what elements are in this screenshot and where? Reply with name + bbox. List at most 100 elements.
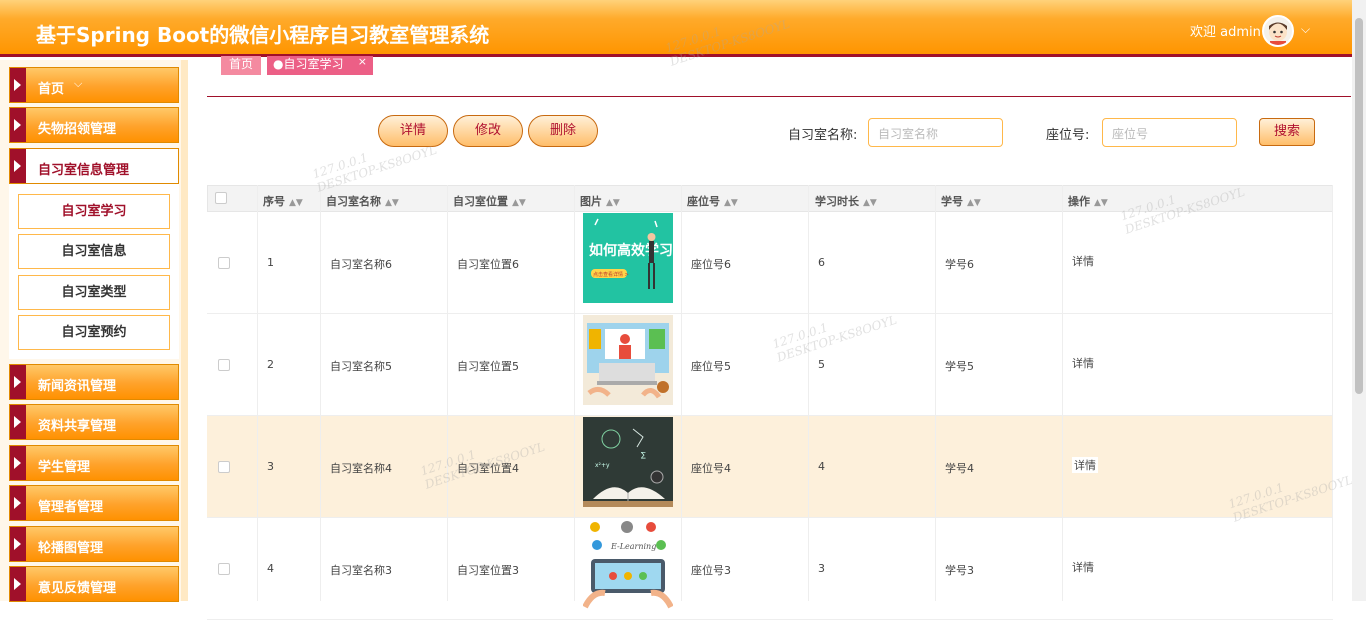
room-name-input[interactable]: 自习室名称 xyxy=(868,118,1003,147)
sidebar-item-feedback[interactable]: 意见反馈管理 xyxy=(9,566,179,602)
cell-seat: 座位号3 xyxy=(691,564,731,577)
column-divider xyxy=(808,185,809,601)
tab-home[interactable]: 首页 xyxy=(221,56,261,75)
sidebar-item-news[interactable]: 新闻资讯管理 xyxy=(9,364,179,400)
detail-link[interactable]: 详情 xyxy=(1072,559,1094,575)
sidebar-item-lost-found[interactable]: 失物招领管理 xyxy=(9,107,179,143)
row-checkbox[interactable] xyxy=(218,563,230,575)
sort-icon: ▲▼ xyxy=(1094,198,1108,208)
sidebar-item-label: 管理者管理 xyxy=(38,500,104,515)
seat-input[interactable]: 座位号 xyxy=(1102,118,1237,147)
sort-icon: ▲▼ xyxy=(512,198,526,208)
detail-link[interactable]: 详情 xyxy=(1072,457,1098,473)
submenu: 自习室学习 自习室信息 自习室类型 自习室预约 xyxy=(9,184,179,359)
cell-student: 学号3 xyxy=(945,564,974,577)
cell-location: 自习室位置3 xyxy=(457,564,519,577)
scrollbar[interactable] xyxy=(1352,0,1366,601)
room-image[interactable]: ∑ x²+y xyxy=(583,417,673,507)
submenu-item-reservation[interactable]: 自习室预约 xyxy=(18,315,170,350)
column-divider xyxy=(681,185,682,601)
detail-link[interactable]: 详情 xyxy=(1072,253,1094,269)
sort-icon: ▲▼ xyxy=(606,198,620,208)
tab-study-room[interactable]: ●自习室学习 × xyxy=(267,54,373,75)
row-checkbox[interactable] xyxy=(218,461,230,473)
arrow-icon xyxy=(10,486,26,520)
search-button[interactable]: 搜索 xyxy=(1259,118,1315,146)
sidebar-item-managers[interactable]: 管理者管理 xyxy=(9,485,179,521)
column-header[interactable]: 自习室位置 ▲▼ xyxy=(453,193,526,209)
cell-no: 1 xyxy=(267,256,274,269)
cell-name: 自习室名称3 xyxy=(330,564,392,577)
sidebar-item-students[interactable]: 学生管理 xyxy=(9,445,179,481)
room-name-label: 自习室名称: xyxy=(788,128,858,143)
cell-seat: 座位号6 xyxy=(691,258,731,271)
sidebar-item-carousel[interactable]: 轮播图管理 xyxy=(9,526,179,562)
column-header[interactable]: 学习时长 ▲▼ xyxy=(815,193,877,209)
svg-text:x²+y: x²+y xyxy=(595,462,610,469)
welcome-text: 欢迎 admin xyxy=(1190,25,1261,40)
sidebar-item-home[interactable]: 首页 ⌵ xyxy=(9,67,179,103)
table-row[interactable]: 4 自习室名称3 自习室位置3 E-Learning 座位号3 3 学号3 详情 xyxy=(207,518,1333,620)
column-header[interactable]: 序号 ▲▼ xyxy=(263,193,303,209)
close-icon[interactable]: × xyxy=(358,54,367,70)
column-divider xyxy=(320,185,321,601)
table-row[interactable]: 1 自习室名称6 自习室位置6 如何高效学习 点击查看详情 > 座位号6 6 学… xyxy=(207,212,1333,314)
cell-duration: 6 xyxy=(818,256,825,269)
arrow-icon xyxy=(10,108,26,142)
cell-no: 4 xyxy=(267,562,274,575)
arrow-icon xyxy=(10,405,26,439)
table-row[interactable]: 3 自习室名称4 自习室位置4 ∑ x²+y 座位号4 4 学号4 详情 xyxy=(207,416,1333,518)
column-header[interactable]: 图片 ▲▼ xyxy=(580,193,620,209)
sidebar-item-share[interactable]: 资料共享管理 xyxy=(9,404,179,440)
column-header[interactable]: 操作 ▲▼ xyxy=(1068,193,1108,209)
column-divider xyxy=(257,185,258,601)
edit-button[interactable]: 修改 xyxy=(453,115,523,147)
row-checkbox[interactable] xyxy=(218,257,230,269)
sort-icon: ▲▼ xyxy=(724,198,738,208)
arrow-icon xyxy=(10,149,26,183)
column-divider xyxy=(935,185,936,601)
arrow-icon xyxy=(10,446,26,480)
room-image[interactable]: E-Learning xyxy=(583,519,673,609)
avatar[interactable] xyxy=(1262,15,1294,47)
cell-no: 3 xyxy=(267,460,274,473)
cell-location: 自习室位置5 xyxy=(457,360,519,373)
sort-icon: ▲▼ xyxy=(967,198,981,208)
chevron-down-icon[interactable]: ⌵ xyxy=(1301,22,1310,37)
submenu-item-room-type[interactable]: 自习室类型 xyxy=(18,275,170,310)
sidebar-item-room-info[interactable]: 自习室信息管理 xyxy=(9,148,179,184)
scrollbar-thumb[interactable] xyxy=(1355,18,1363,394)
submenu-item-study[interactable]: 自习室学习 xyxy=(18,194,170,229)
column-divider xyxy=(574,185,575,601)
room-image[interactable] xyxy=(583,315,673,405)
arrow-icon xyxy=(10,567,26,601)
arrow-icon xyxy=(10,365,26,399)
cell-name: 自习室名称5 xyxy=(330,360,392,373)
tab-label: ●自习室学习 xyxy=(273,57,344,71)
cell-student: 学号6 xyxy=(945,258,974,271)
sort-icon: ▲▼ xyxy=(289,198,303,208)
column-divider xyxy=(1062,185,1063,601)
delete-button[interactable]: 删除 xyxy=(528,115,598,147)
svg-text:如何高效学习: 如何高效学习 xyxy=(589,242,673,259)
sidebar-item-label: 自习室信息管理 xyxy=(38,163,130,178)
room-image[interactable]: 如何高效学习 点击查看详情 > xyxy=(583,213,673,303)
cell-location: 自习室位置6 xyxy=(457,258,519,271)
sidebar-edge xyxy=(181,60,188,601)
sidebar-item-label: 意见反馈管理 xyxy=(38,581,117,596)
table-row[interactable]: 2 自习室名称5 自习室位置5 座位号5 5 学号5 详情 xyxy=(207,314,1333,416)
row-checkbox[interactable] xyxy=(218,359,230,371)
sidebar-item-label: 学生管理 xyxy=(38,460,91,475)
column-header[interactable]: 座位号 ▲▼ xyxy=(687,193,738,209)
select-all-checkbox[interactable] xyxy=(215,192,227,204)
sidebar-item-label: 轮播图管理 xyxy=(38,541,104,556)
cell-name: 自习室名称6 xyxy=(330,258,392,271)
sidebar-item-label: 失物招领管理 xyxy=(38,122,117,137)
submenu-item-room-info[interactable]: 自习室信息 xyxy=(18,234,170,269)
svg-text:E-Learning: E-Learning xyxy=(610,542,656,551)
column-header[interactable]: 自习室名称 ▲▼ xyxy=(326,193,399,209)
detail-link[interactable]: 详情 xyxy=(1072,355,1094,371)
sort-icon: ▲▼ xyxy=(385,198,399,208)
chevron-down-icon: ⌵ xyxy=(74,77,83,90)
column-header[interactable]: 学号 ▲▼ xyxy=(941,193,981,209)
